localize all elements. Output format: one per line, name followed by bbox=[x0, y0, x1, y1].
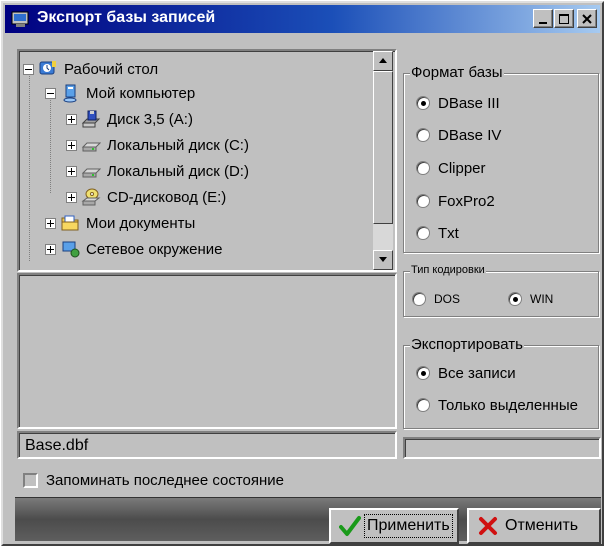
network-icon bbox=[62, 241, 80, 258]
radio-label: WIN bbox=[530, 292, 554, 306]
expand-icon[interactable] bbox=[66, 191, 77, 203]
floppy-drive-icon bbox=[81, 110, 101, 128]
tree-item-my-documents[interactable]: Мои документы bbox=[45, 211, 195, 235]
export-group-legend: Экспортировать bbox=[410, 336, 524, 353]
apply-button[interactable]: Применить bbox=[329, 508, 459, 544]
radio-selected-icon[interactable] bbox=[416, 366, 430, 380]
remember-state-checkbox[interactable] bbox=[23, 472, 38, 488]
radio-dbase3[interactable]: DBase III bbox=[416, 92, 500, 114]
close-button[interactable] bbox=[577, 9, 597, 28]
cancel-label: Отменить bbox=[505, 517, 579, 534]
cd-drive-icon bbox=[81, 188, 101, 206]
hard-drive-icon bbox=[81, 168, 101, 178]
encoding-group: Тип кодировки DOS WIN bbox=[403, 264, 599, 317]
collapse-icon[interactable] bbox=[23, 63, 34, 75]
radio-win[interactable]: WIN bbox=[508, 288, 553, 310]
folder-tree[interactable]: Рабочий стол Мой компьютер Диск 3,5 (A:) bbox=[17, 49, 397, 272]
radio-all-records[interactable]: Все записи bbox=[416, 362, 516, 384]
computer-icon bbox=[63, 84, 77, 103]
expand-icon[interactable] bbox=[45, 217, 56, 229]
tree-item-label: Мои документы bbox=[86, 214, 196, 232]
radio-icon[interactable] bbox=[412, 292, 426, 306]
window-title: Экспорт базы записей bbox=[37, 9, 216, 26]
radio-selected-icon[interactable] bbox=[416, 96, 430, 110]
minimize-button[interactable] bbox=[533, 9, 553, 28]
minimize-icon bbox=[539, 22, 547, 24]
radio-icon[interactable] bbox=[416, 226, 430, 240]
collapse-icon[interactable] bbox=[45, 87, 56, 99]
filename-field[interactable]: Base.dbf bbox=[17, 431, 397, 459]
filename-value: Base.dbf bbox=[25, 437, 89, 454]
radio-selected-only[interactable]: Только выделенные bbox=[416, 394, 598, 416]
tree-item-drive-e[interactable]: CD-дисковод (E:) bbox=[66, 185, 226, 209]
expand-icon[interactable] bbox=[45, 243, 56, 255]
remember-state-checkbox-row[interactable]: Запоминать последнее состояние bbox=[23, 469, 284, 491]
radio-label: Txt bbox=[438, 224, 459, 242]
tree-item-label: Рабочий стол bbox=[64, 60, 159, 78]
export-group: Экспортировать Все записи Только выделен… bbox=[403, 336, 599, 429]
radio-label: FoxPro2 bbox=[438, 192, 495, 210]
folder-icon bbox=[61, 215, 79, 231]
radio-label: DBase IV bbox=[438, 126, 502, 144]
maximize-icon bbox=[559, 14, 569, 24]
progress-field bbox=[403, 437, 601, 459]
tree-item-desktop[interactable]: Рабочий стол bbox=[23, 57, 158, 81]
scroll-up-button[interactable] bbox=[373, 51, 393, 71]
encoding-group-legend: Тип кодировки bbox=[410, 264, 486, 276]
radio-selected-icon[interactable] bbox=[508, 292, 522, 306]
apply-label: Применить bbox=[364, 514, 453, 538]
tree-item-drive-d[interactable]: Локальный диск (D:) bbox=[66, 159, 249, 183]
tree-item-label: CD-дисковод (E:) bbox=[107, 188, 227, 206]
radio-foxpro2[interactable]: FoxPro2 bbox=[416, 190, 495, 212]
radio-dos[interactable]: DOS bbox=[412, 288, 460, 310]
expand-icon[interactable] bbox=[66, 113, 77, 125]
expand-icon[interactable] bbox=[66, 165, 77, 177]
hard-drive-icon bbox=[81, 142, 101, 152]
format-group: Формат базы DBase III DBase IV Clipper F… bbox=[403, 64, 599, 253]
radio-label: DOS bbox=[434, 292, 461, 306]
radio-label: Все записи bbox=[438, 364, 516, 382]
tree-item-network[interactable]: Сетевое окружение bbox=[45, 237, 223, 261]
radio-dbase4[interactable]: DBase IV bbox=[416, 124, 501, 146]
radio-label: Только выделенные bbox=[438, 396, 578, 414]
tree-item-my-computer[interactable]: Мой компьютер bbox=[45, 81, 195, 105]
radio-label: DBase III bbox=[438, 94, 500, 112]
tree-item-label: Локальный диск (D:) bbox=[107, 162, 249, 180]
radio-icon[interactable] bbox=[416, 128, 430, 142]
arrow-down-icon bbox=[379, 257, 387, 262]
radio-label: Clipper bbox=[438, 159, 486, 177]
format-group-legend: Формат базы bbox=[410, 64, 504, 81]
expand-icon[interactable] bbox=[66, 139, 77, 151]
cancel-button[interactable]: Отменить bbox=[467, 508, 601, 544]
arrow-up-icon bbox=[379, 58, 387, 63]
maximize-button[interactable] bbox=[554, 9, 574, 28]
tree-item-label: Диск 3,5 (A:) bbox=[107, 110, 193, 128]
tree-item-drive-a[interactable]: Диск 3,5 (A:) bbox=[66, 107, 193, 131]
remember-state-label: Запоминать последнее состояние bbox=[46, 471, 285, 489]
cross-icon bbox=[479, 517, 497, 535]
tree-item-label: Сетевое окружение bbox=[86, 240, 223, 258]
radio-clipper[interactable]: Clipper bbox=[416, 157, 486, 179]
close-icon bbox=[582, 14, 592, 24]
radio-icon[interactable] bbox=[416, 194, 430, 208]
radio-txt[interactable]: Txt bbox=[416, 222, 459, 244]
radio-icon[interactable] bbox=[416, 398, 430, 412]
tree-scrollbar[interactable] bbox=[373, 51, 393, 270]
title-bar[interactable]: Экспорт базы записей bbox=[5, 5, 600, 33]
scroll-down-button[interactable] bbox=[373, 250, 393, 270]
tree-item-drive-c[interactable]: Локальный диск (C:) bbox=[66, 133, 249, 157]
tree-item-label: Мой компьютер bbox=[86, 84, 196, 102]
radio-icon[interactable] bbox=[416, 161, 430, 175]
tree-item-label: Локальный диск (C:) bbox=[107, 136, 249, 154]
app-icon bbox=[11, 11, 29, 27]
checkmark-icon bbox=[339, 516, 361, 536]
desktop-icon bbox=[39, 61, 56, 75]
export-dialog: Экспорт базы записей Рабочий стол Мой ко… bbox=[1, 1, 604, 546]
scroll-thumb[interactable] bbox=[373, 71, 393, 224]
file-list-panel[interactable] bbox=[17, 273, 397, 429]
